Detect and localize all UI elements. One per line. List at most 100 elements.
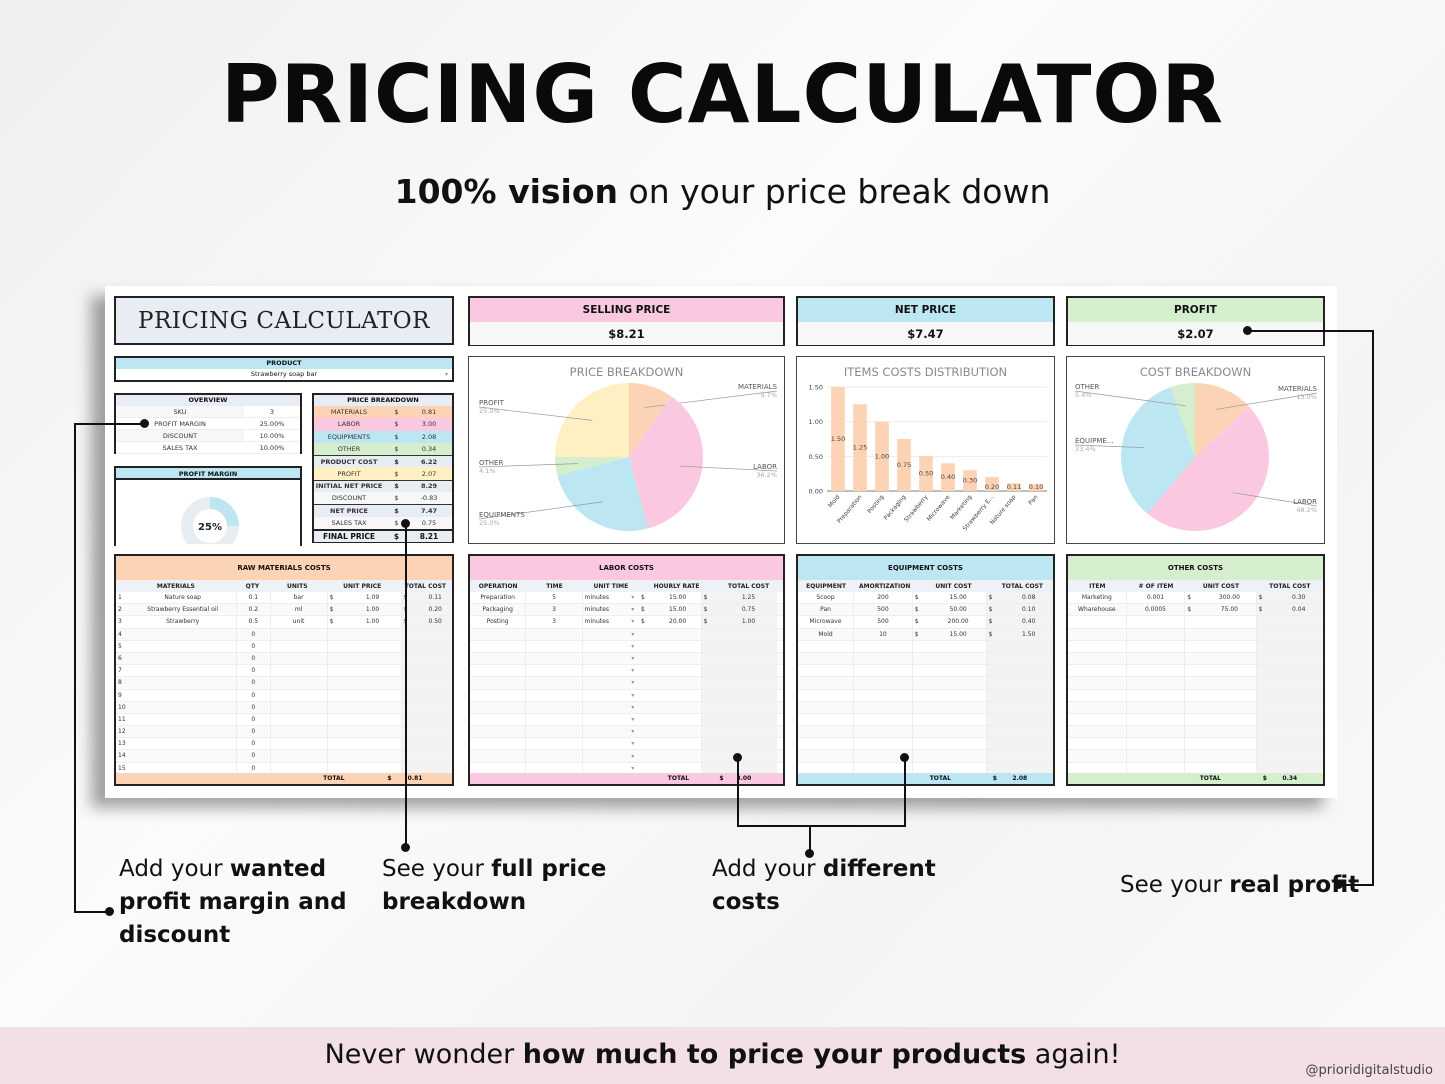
table-cell[interactable]: [1127, 677, 1186, 689]
table-cell[interactable]: 500: [854, 604, 913, 616]
table-cell[interactable]: [418, 713, 452, 726]
table-row[interactable]: ▾: [470, 652, 783, 666]
table-cell[interactable]: [418, 640, 452, 652]
table-cell[interactable]: 200: [854, 592, 913, 604]
table-cell[interactable]: 12: [116, 726, 129, 737]
table-cell[interactable]: [720, 750, 777, 762]
table-row[interactable]: 13 0: [116, 738, 452, 751]
table-cell[interactable]: [1274, 677, 1323, 689]
table-cell[interactable]: [986, 689, 1005, 701]
table-cell[interactable]: [1256, 701, 1275, 713]
table-cell[interactable]: [1203, 701, 1257, 713]
table-cell[interactable]: [655, 652, 702, 665]
table-cell[interactable]: [1004, 713, 1053, 726]
table-cell[interactable]: [986, 640, 1005, 652]
table-cell[interactable]: 0: [237, 689, 271, 701]
table-cell[interactable]: [1274, 628, 1323, 640]
table-cell[interactable]: [583, 726, 627, 737]
table-cell[interactable]: 0.5: [237, 616, 271, 628]
table-cell[interactable]: [913, 750, 931, 761]
table-cell[interactable]: [129, 750, 237, 762]
table-cell[interactable]: [701, 701, 721, 713]
table-cell[interactable]: 0: [237, 713, 271, 726]
table-cell[interactable]: [1185, 629, 1203, 640]
table-cell[interactable]: [526, 689, 583, 701]
table-cell[interactable]: [526, 677, 583, 689]
table-cell[interactable]: [470, 713, 527, 726]
product-value-row[interactable]: Strawberry soap bar ▾: [116, 369, 452, 380]
dropdown-arrow-icon[interactable]: ▾: [626, 728, 639, 735]
table-cell[interactable]: [1274, 640, 1323, 652]
table-row[interactable]: [798, 713, 1053, 727]
table-cell[interactable]: [1256, 738, 1275, 750]
table-cell[interactable]: [798, 750, 855, 762]
table-cell[interactable]: [583, 750, 627, 761]
table-cell[interactable]: [798, 665, 855, 677]
table-row[interactable]: ▾: [470, 677, 783, 690]
table-row[interactable]: Scoop 200 $15.00 $0.08: [798, 592, 1053, 605]
table-cell[interactable]: [1274, 665, 1323, 677]
table-cell[interactable]: [129, 652, 237, 665]
dropdown-arrow-icon[interactable]: ▾: [626, 679, 639, 686]
table-cell[interactable]: [1004, 640, 1053, 652]
table-cell[interactable]: 3: [526, 604, 583, 616]
table-cell[interactable]: [526, 726, 583, 738]
table-cell[interactable]: [344, 713, 402, 726]
table-cell[interactable]: [720, 701, 777, 713]
table-cell[interactable]: [1256, 652, 1275, 665]
table-cell[interactable]: [418, 689, 452, 701]
table-cell[interactable]: [129, 701, 237, 713]
table-cell[interactable]: [344, 628, 402, 640]
table-cell[interactable]: [986, 677, 1005, 689]
table-cell[interactable]: [129, 665, 237, 677]
table-cell[interactable]: $: [913, 592, 931, 603]
table-cell[interactable]: [526, 628, 583, 640]
table-row[interactable]: 2Strawberry Essential oil0.2ml$1.00$0.20: [116, 604, 452, 617]
table-row[interactable]: Posting 3 minutes ▾ $20.00 $1.00: [470, 616, 783, 629]
table-row[interactable]: 11 0: [116, 713, 452, 727]
table-cell[interactable]: [344, 701, 402, 713]
table-cell[interactable]: [344, 689, 402, 701]
table-cell[interactable]: $: [328, 592, 345, 603]
table-cell[interactable]: [1068, 677, 1127, 689]
table-cell[interactable]: [344, 652, 402, 665]
table-cell[interactable]: [1256, 713, 1275, 726]
table-cell[interactable]: 0.30: [1274, 592, 1323, 604]
table-cell[interactable]: [1185, 641, 1203, 652]
table-cell[interactable]: 6: [116, 653, 129, 664]
table-cell[interactable]: [328, 714, 345, 725]
table-cell[interactable]: [1185, 690, 1203, 701]
table-cell[interactable]: [913, 702, 931, 713]
overview-value[interactable]: 10.00%: [244, 430, 300, 441]
table-cell[interactable]: [655, 628, 702, 640]
table-cell[interactable]: Nature soap: [129, 592, 237, 604]
table-cell[interactable]: [798, 738, 855, 750]
dropdown-arrow-icon[interactable]: ▾: [626, 618, 639, 625]
table-cell[interactable]: [913, 726, 931, 737]
table-cell[interactable]: [1203, 665, 1257, 677]
table-cell[interactable]: [720, 628, 777, 640]
table-cell[interactable]: [1274, 750, 1323, 762]
table-cell[interactable]: [1203, 652, 1257, 665]
table-cell[interactable]: [1004, 677, 1053, 689]
table-cell[interactable]: [583, 702, 627, 713]
table-row[interactable]: Mold 10 $15.00 $1.50: [798, 628, 1053, 641]
table-cell[interactable]: [328, 653, 345, 664]
table-cell[interactable]: 1.00: [344, 604, 402, 616]
table-cell[interactable]: [1185, 726, 1203, 737]
table-cell[interactable]: [328, 665, 345, 676]
table-cell[interactable]: [639, 750, 655, 761]
table-row[interactable]: ▾: [470, 713, 783, 727]
table-cell[interactable]: [931, 701, 987, 713]
table-cell[interactable]: [655, 738, 702, 750]
table-cell[interactable]: [913, 690, 931, 701]
table-cell[interactable]: [1068, 640, 1127, 652]
product-selector[interactable]: PRODUCT Strawberry soap bar ▾: [114, 356, 454, 382]
table-cell[interactable]: [639, 641, 655, 652]
table-cell[interactable]: [1068, 665, 1127, 677]
table-cell[interactable]: 500: [854, 616, 913, 628]
table-cell[interactable]: [1004, 750, 1053, 762]
table-cell[interactable]: [1185, 616, 1203, 627]
table-cell[interactable]: [1068, 750, 1127, 762]
table-cell[interactable]: 50.00: [931, 604, 987, 616]
